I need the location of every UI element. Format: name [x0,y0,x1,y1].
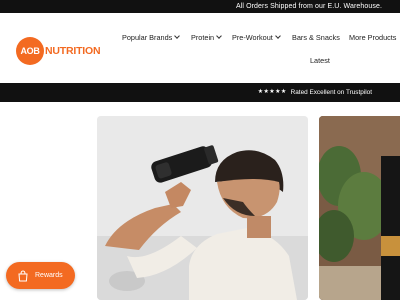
logo[interactable]: AOB NUTRITION [16,37,106,65]
nav-item-latest[interactable]: Latest [310,56,330,65]
chevron-down-icon [174,33,181,39]
chevron-down-icon [216,33,222,39]
shopping-bag-icon [18,269,28,281]
announcement-bar: All Orders Shipped from our E.U. Warehou… [0,0,400,13]
nav-item-popular-brands[interactable]: Popular Brands [122,33,181,42]
nav-item-pre-workout[interactable]: Pre-Workout [232,33,281,42]
nav-item-more-products[interactable]: More Products [349,33,396,42]
logo-wordmark: NUTRITION [45,45,101,57]
rewards-label: Rewards [35,272,63,279]
nav-item-bars-snacks[interactable]: Bars & Snacks [292,33,340,42]
secondary-hero-image[interactable] [319,116,400,300]
announcement-text: All Orders Shipped from our E.U. Warehou… [235,3,382,10]
trustpilot-bar: ★★★★★ Rated Excellent on Trustpilot [0,83,400,102]
hero-image-man-drinking-shaker[interactable] [97,116,308,300]
logo-mark: AOB [16,37,44,65]
rewards-button[interactable]: Rewards [6,262,75,289]
trustpilot-text: Rated Excellent on Trustpilot [290,89,372,96]
rating-stars: ★★★★★ [257,89,287,95]
plants-bottle-illustration [319,116,400,300]
chevron-down-icon [274,33,281,39]
trustpilot-rating[interactable]: ★★★★★ Rated Excellent on Trustpilot [258,83,372,102]
hero-illustration [97,116,308,300]
site-header: AOB NUTRITION Popular Brands Protein Pre… [0,13,400,83]
nav-item-protein[interactable]: Protein [191,33,222,42]
